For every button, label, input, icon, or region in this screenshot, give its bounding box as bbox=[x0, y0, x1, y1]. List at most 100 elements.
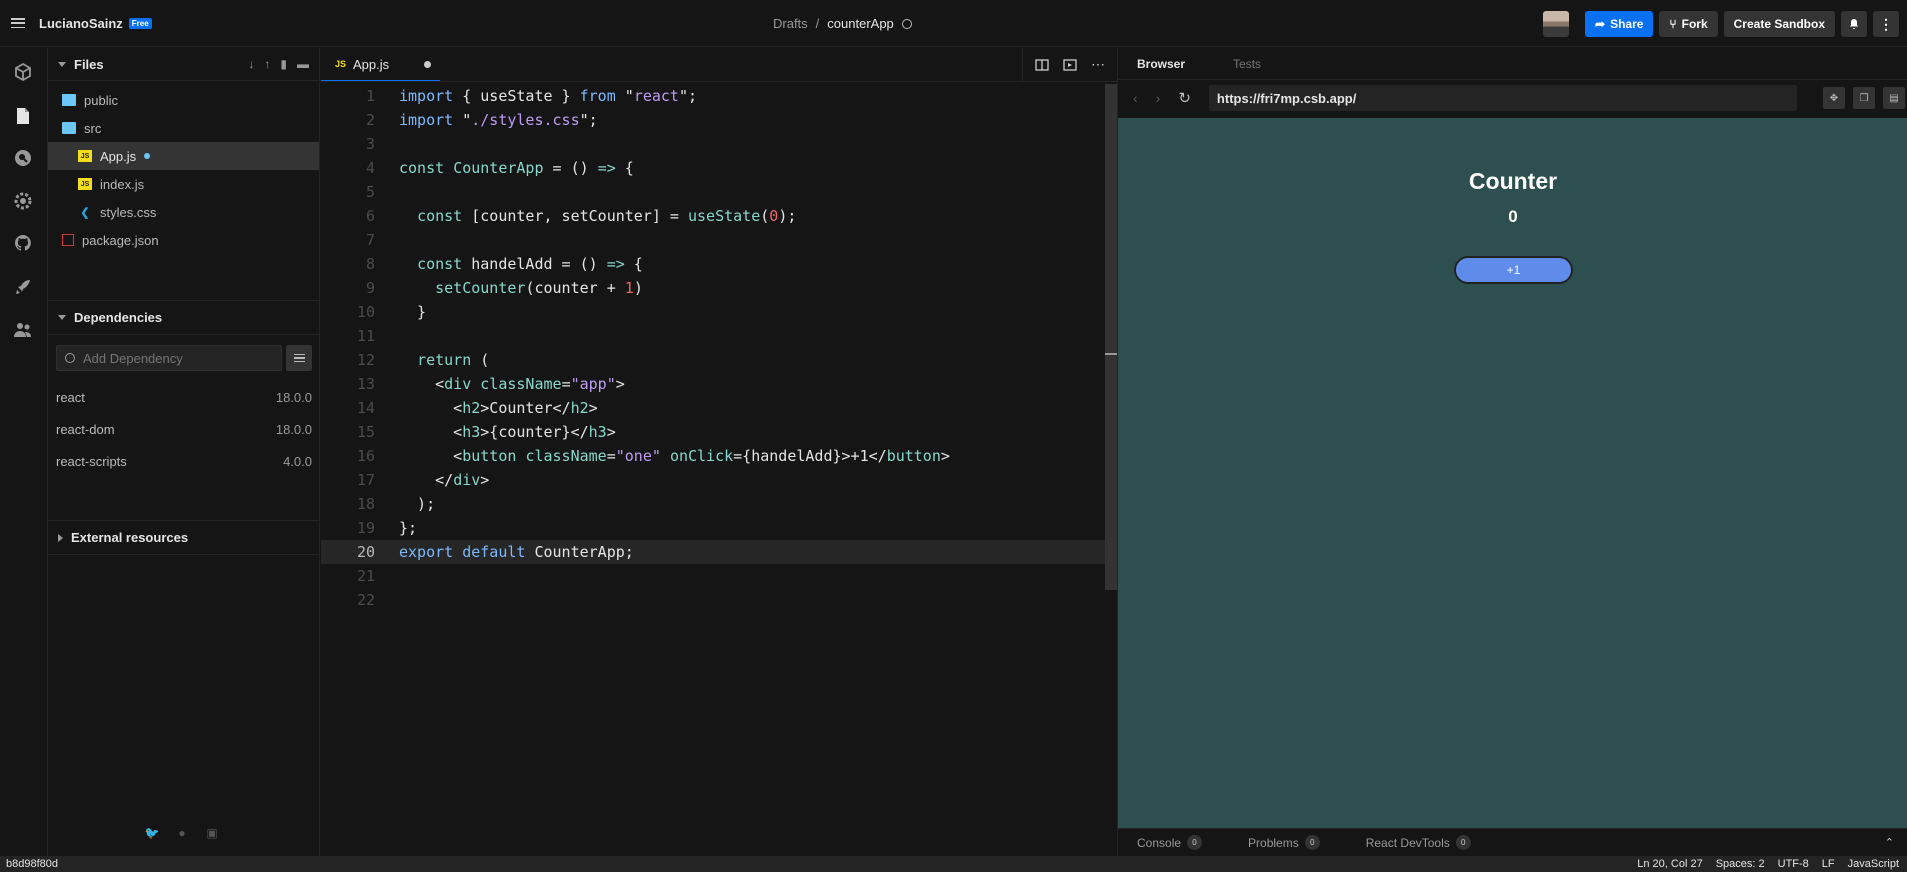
indentation[interactable]: Spaces: 2 bbox=[1716, 858, 1765, 870]
folder-icon bbox=[62, 94, 76, 106]
dependencies-section: Dependencies Add Dependency react 18.0.0… bbox=[48, 300, 320, 477]
move-icon[interactable]: ✥ bbox=[1822, 87, 1845, 109]
code-line: 15 <h3>{counter}</h3> bbox=[321, 420, 1109, 444]
language-mode[interactable]: JavaScript bbox=[1848, 858, 1899, 870]
cursor-position[interactable]: Ln 20, Col 27 bbox=[1637, 858, 1702, 870]
js-file-icon: JS bbox=[335, 59, 347, 69]
tree-item-label: App.js bbox=[100, 148, 137, 164]
deploy-rocket-icon[interactable] bbox=[11, 275, 35, 299]
collapse-caret-icon bbox=[58, 61, 66, 67]
plan-badge: Free bbox=[128, 17, 152, 29]
project-name[interactable]: counterApp bbox=[827, 16, 894, 31]
dependency-row[interactable]: react-scripts 4.0.0 bbox=[48, 445, 320, 477]
line-number: 11 bbox=[356, 327, 375, 345]
devtools-label: React DevTools bbox=[1365, 835, 1450, 850]
tree-item-index-js[interactable]: JS index.js bbox=[48, 170, 319, 198]
external-resources-header[interactable]: External resources bbox=[48, 520, 320, 555]
dependency-version: 18.0.0 bbox=[275, 389, 312, 405]
dependency-name: react-scripts bbox=[56, 453, 127, 469]
devtools-layout-icon[interactable]: ▤ bbox=[1882, 87, 1905, 109]
line-number: 13 bbox=[356, 375, 375, 393]
dependency-row[interactable]: react-dom 18.0.0 bbox=[48, 413, 320, 445]
split-view-icon[interactable] bbox=[1035, 58, 1049, 71]
code-area[interactable]: 1 import { useState } from "react"; 2 impo… bbox=[321, 84, 1109, 612]
menu-icon[interactable] bbox=[11, 18, 25, 28]
counter-value: 0 bbox=[1508, 207, 1518, 226]
share-button[interactable]: ➦ Share bbox=[1585, 11, 1654, 37]
tab-browser[interactable]: Browser bbox=[1137, 57, 1185, 71]
more-options-button[interactable]: ⋮ bbox=[1873, 11, 1899, 37]
code-line: 19}; bbox=[321, 516, 1109, 540]
upload-icon[interactable]: ↑ bbox=[264, 57, 270, 71]
add-dependency-placeholder: Add Dependency bbox=[83, 350, 183, 366]
line-number: 18 bbox=[356, 495, 375, 513]
notifications-button[interactable] bbox=[1841, 11, 1867, 37]
line-number: 4 bbox=[365, 159, 375, 177]
tree-item-src[interactable]: src bbox=[48, 114, 319, 142]
tree-item-label: styles.css bbox=[100, 204, 157, 220]
tab-problems[interactable]: Problems 0 bbox=[1248, 835, 1320, 850]
share-label: Share bbox=[1610, 17, 1644, 31]
npm-package-icon bbox=[62, 234, 74, 246]
code-line: 16 <button className="one" onClick={hand… bbox=[321, 444, 1109, 468]
collapse-caret-icon bbox=[58, 315, 66, 320]
preview-toggle-icon[interactable] bbox=[1063, 58, 1077, 71]
code-line: 13 <div className="app"> bbox=[321, 372, 1109, 396]
search-icon[interactable] bbox=[11, 146, 35, 170]
dependencies-header[interactable]: Dependencies bbox=[48, 300, 320, 335]
fork-button[interactable]: ⑂ Fork bbox=[1659, 11, 1718, 37]
dependency-row[interactable]: react 18.0.0 bbox=[48, 381, 320, 413]
new-file-icon[interactable]: ▮ bbox=[280, 57, 287, 71]
refresh-icon[interactable]: ↻ bbox=[1178, 89, 1191, 107]
tree-item-app-js[interactable]: JS App.js bbox=[48, 142, 319, 170]
tab-app-js[interactable]: JS App.js bbox=[321, 48, 440, 81]
files-header[interactable]: Files ↓ ↑ ▮ ▬ bbox=[48, 48, 319, 81]
increment-button[interactable]: +1 bbox=[1454, 256, 1573, 284]
files-icon[interactable] bbox=[11, 104, 35, 128]
settings-gear-icon[interactable] bbox=[11, 189, 35, 213]
breadcrumb-drafts[interactable]: Drafts bbox=[773, 16, 808, 31]
back-arrow-icon[interactable]: ‹ bbox=[1133, 90, 1138, 106]
discord-icon[interactable]: ▣ bbox=[204, 826, 220, 840]
user-name[interactable]: LucianoSainz bbox=[39, 16, 123, 31]
tab-console[interactable]: Console 0 bbox=[1137, 835, 1203, 850]
github-icon[interactable] bbox=[11, 231, 35, 255]
avatar[interactable] bbox=[1543, 11, 1569, 37]
tree-item-public[interactable]: public bbox=[48, 86, 319, 114]
editor-scrollbar[interactable] bbox=[1105, 84, 1117, 590]
create-sandbox-button[interactable]: Create Sandbox bbox=[1723, 11, 1835, 37]
tab-react-devtools[interactable]: React DevTools 0 bbox=[1366, 835, 1471, 850]
more-icon[interactable]: ⋯ bbox=[1091, 56, 1105, 73]
sandbox-info-icon[interactable] bbox=[11, 60, 35, 84]
new-folder-icon[interactable]: ▬ bbox=[297, 57, 309, 71]
line-number: 17 bbox=[356, 471, 375, 489]
js-file-icon: JS bbox=[78, 150, 92, 162]
line-ending[interactable]: LF bbox=[1822, 858, 1835, 870]
forward-arrow-icon[interactable]: › bbox=[1156, 90, 1161, 106]
live-users-icon[interactable] bbox=[11, 318, 35, 342]
url-input[interactable]: https://fri7mp.csb.app/ bbox=[1208, 85, 1797, 111]
external-resources-title: External resources bbox=[71, 530, 189, 545]
console-label: Console bbox=[1137, 835, 1182, 850]
globe-icon[interactable] bbox=[901, 18, 912, 29]
share-icon: ➦ bbox=[1595, 17, 1606, 31]
dependency-menu-button[interactable] bbox=[286, 345, 312, 371]
tab-tests[interactable]: Tests bbox=[1233, 57, 1261, 71]
twitter-icon[interactable]: 🐦 bbox=[144, 826, 160, 840]
encoding[interactable]: UTF-8 bbox=[1778, 858, 1809, 870]
top-bar: LucianoSainz Free Drafts / counterApp ➦ … bbox=[0, 0, 1907, 47]
breadcrumb-separator: / bbox=[815, 16, 820, 31]
code-line: 17 </div> bbox=[321, 468, 1109, 492]
download-icon[interactable]: ↓ bbox=[248, 57, 254, 71]
tree-item-styles-css[interactable]: ❮ styles.css bbox=[48, 198, 319, 226]
line-number: 2 bbox=[365, 111, 375, 129]
unsaved-dot-icon[interactable] bbox=[424, 60, 431, 68]
chevron-up-icon[interactable]: ⌃ bbox=[1885, 836, 1894, 849]
code-line-current: 20 export default CounterApp; bbox=[321, 540, 1109, 564]
tree-item-package-json[interactable]: package.json bbox=[48, 226, 319, 254]
open-new-window-icon[interactable]: ❐ bbox=[1852, 87, 1875, 109]
github-icon[interactable]: ● bbox=[174, 826, 190, 840]
line-number: 3 bbox=[365, 135, 375, 153]
line-number: 9 bbox=[365, 279, 375, 297]
add-dependency-input[interactable]: Add Dependency bbox=[56, 345, 283, 371]
